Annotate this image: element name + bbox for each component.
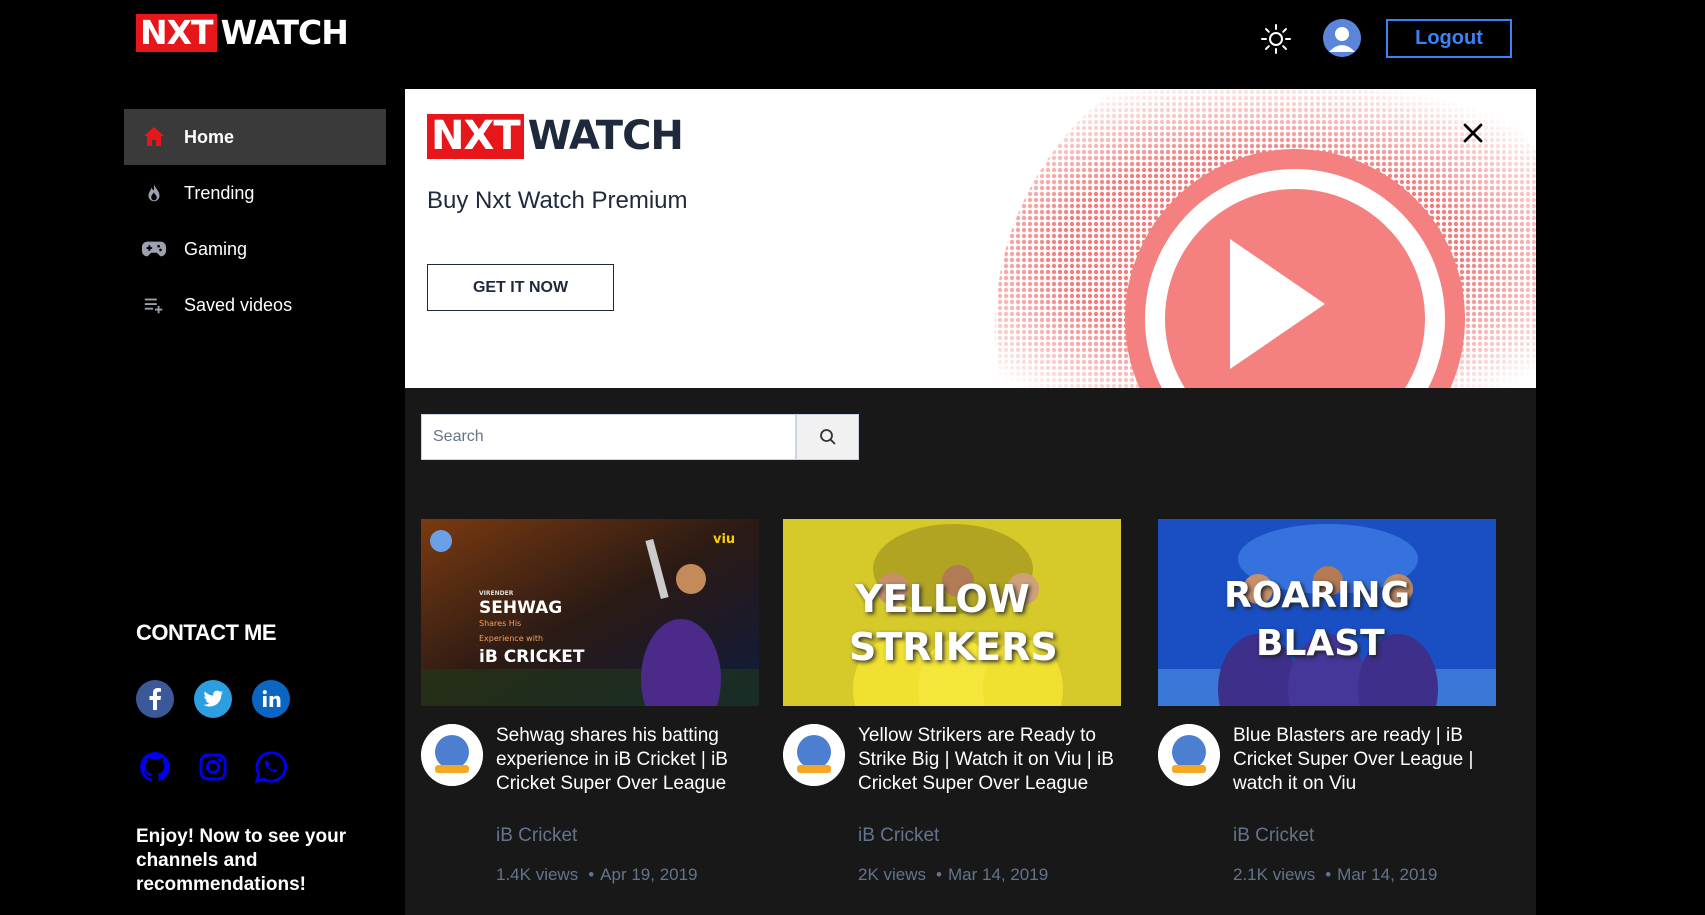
video-meta: 1.4K views • Apr 19, 2019	[496, 865, 698, 884]
nxt-watch-logo[interactable]: NXT WATCH	[136, 13, 349, 52]
sidebar-item-trending[interactable]: Trending	[124, 165, 386, 221]
banner-logo: NXT WATCH	[427, 113, 684, 159]
channel-name: iB Cricket	[496, 825, 578, 846]
video-title[interactable]: Sehwag shares his batting experience in …	[496, 724, 756, 796]
get-it-now-button[interactable]: GET IT NOW	[427, 264, 614, 311]
view-count: 2K views	[858, 865, 927, 884]
linkedin-icon[interactable]	[252, 680, 290, 718]
home-icon	[124, 125, 184, 149]
sidebar-item-label: Saved videos	[184, 294, 293, 315]
sidebar: Home Trending Gaming Saved videos CONTAC…	[124, 88, 386, 915]
publish-date: Mar 14, 2019	[947, 865, 1049, 884]
main-content: NXT WATCH Buy Nxt Watch Premium GET IT N…	[405, 89, 1536, 915]
search-input[interactable]	[421, 414, 796, 460]
video-thumbnail[interactable]: VIRENDER SEHWAG Shares His Experience wi…	[421, 519, 759, 706]
sun-icon	[1261, 24, 1291, 54]
sidebar-item-gaming[interactable]: Gaming	[124, 221, 386, 277]
sidebar-item-label: Trending	[184, 182, 255, 203]
search-icon	[819, 429, 836, 445]
video-title[interactable]: Blue Blasters are ready | iB Cricket Sup…	[1233, 724, 1493, 796]
close-banner-button[interactable]	[1457, 117, 1489, 149]
video-meta: 2K views • Mar 14, 2019	[858, 865, 1049, 884]
video-thumbnail[interactable]: ROARING BLAST	[1158, 519, 1496, 706]
banner-text: Buy Nxt Watch Premium	[427, 187, 688, 214]
thumb-text: VIRENDER	[479, 590, 514, 597]
view-count: 1.4K views	[496, 865, 579, 884]
sidebar-item-label: Home	[184, 126, 235, 147]
whatsapp-icon[interactable]	[252, 748, 290, 786]
logout-button[interactable]: Logout	[1386, 19, 1512, 58]
theme-toggle-button[interactable]	[1258, 21, 1294, 57]
facebook-icon[interactable]	[136, 680, 174, 718]
thumb-text: YELLOW	[855, 577, 1030, 621]
top-navbar: NXT WATCH Logout	[0, 0, 1705, 88]
channel-name: iB Cricket	[1233, 825, 1315, 846]
instagram-icon[interactable]	[194, 748, 232, 786]
sidebar-item-label: Gaming	[184, 238, 248, 259]
close-icon	[1463, 123, 1483, 143]
thumb-text: SEHWAG	[479, 598, 563, 618]
logo-watch-text: WATCH	[220, 13, 349, 52]
playlist-add-icon	[124, 294, 184, 316]
channel-name: iB Cricket	[858, 825, 940, 846]
enjoy-message: Enjoy! Now to see your channels and reco…	[136, 826, 347, 895]
banner-logo-watch: WATCH	[527, 113, 684, 159]
thumb-text: Shares His	[479, 619, 522, 628]
banner-logo-nxt: NXT	[427, 114, 524, 159]
channel-logo	[1158, 724, 1220, 786]
sidebar-item-saved-videos[interactable]: Saved videos	[124, 277, 386, 333]
gamepad-icon	[124, 238, 184, 260]
thumb-text: ROARING	[1224, 575, 1411, 616]
publish-date: Mar 14, 2019	[1337, 865, 1438, 884]
channel-logo	[421, 724, 483, 786]
channel-logo	[783, 724, 845, 786]
video-title[interactable]: Yellow Strikers are Ready to Strike Big …	[858, 724, 1118, 796]
video-meta: 2.1K views • Mar 14, 2019	[1233, 865, 1438, 884]
search-button[interactable]	[796, 414, 859, 460]
view-count: 2.1K views	[1233, 865, 1316, 884]
thumb-text: Experience with	[479, 634, 544, 643]
github-icon[interactable]	[136, 748, 174, 786]
viu-badge: viu	[713, 532, 736, 547]
contact-title: CONTACT ME	[136, 620, 277, 645]
fire-icon	[124, 182, 184, 204]
twitter-icon[interactable]	[194, 680, 232, 718]
sidebar-item-home[interactable]: Home	[124, 109, 386, 165]
premium-banner: NXT WATCH Buy Nxt Watch Premium GET IT N…	[405, 89, 1536, 388]
video-thumbnail[interactable]: YELLOW STRIKERS	[783, 519, 1121, 706]
thumb-text: iB CRICKET	[479, 647, 585, 667]
user-avatar-icon[interactable]	[1323, 19, 1361, 57]
search-bar	[421, 414, 859, 460]
thumb-text: BLAST	[1256, 623, 1385, 664]
publish-date: Apr 19, 2019	[600, 865, 698, 884]
thumb-text: STRIKERS	[849, 625, 1058, 669]
logo-nxt-text: NXT	[136, 14, 217, 52]
play-button-art	[995, 89, 1536, 388]
